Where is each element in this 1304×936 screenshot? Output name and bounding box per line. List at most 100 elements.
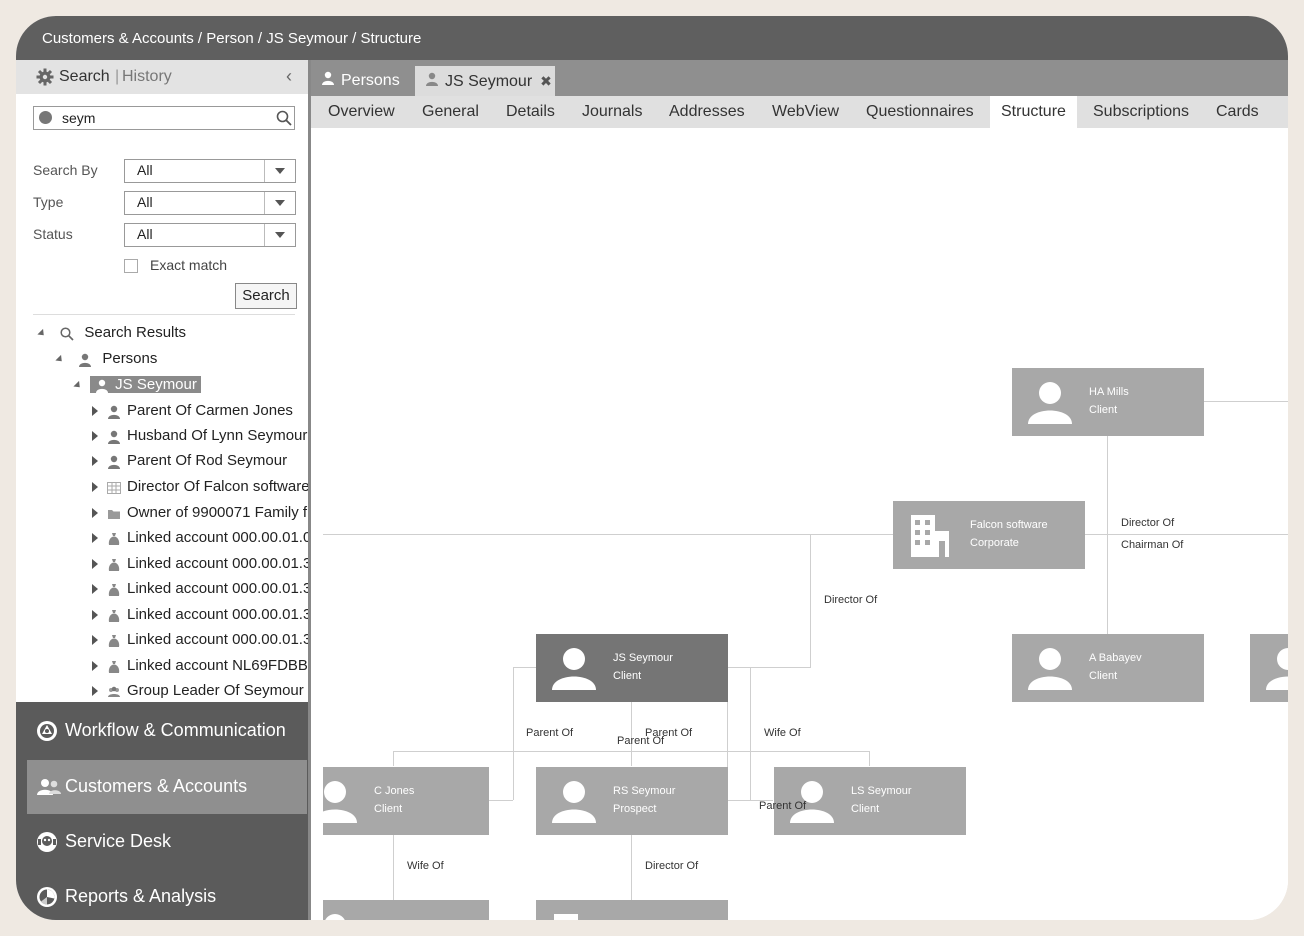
expand-arrow-icon[interactable] bbox=[92, 661, 98, 672]
chevron-down-icon[interactable] bbox=[264, 192, 295, 214]
tree-item[interactable]: Husband Of Lynn Seymour bbox=[92, 425, 307, 447]
tree-item[interactable]: Owner of 9900071 Family f bbox=[92, 502, 307, 524]
card-type: Client bbox=[1089, 670, 1118, 682]
tree-item[interactable]: Linked account NL69FDBB bbox=[92, 655, 308, 677]
nav-reports[interactable]: Reports & Analysis bbox=[16, 870, 310, 920]
person-avatar-icon bbox=[323, 910, 359, 920]
tree-item[interactable]: Linked account 000.00.01.3 bbox=[92, 629, 308, 651]
expand-arrow-icon[interactable] bbox=[92, 406, 98, 417]
tree-item[interactable]: Director Of Falcon software bbox=[92, 476, 308, 498]
expand-arrow-icon[interactable] bbox=[92, 584, 98, 595]
tab-webview[interactable]: WebView bbox=[772, 96, 839, 128]
tab-details[interactable]: Details bbox=[506, 96, 555, 128]
gear-icon[interactable] bbox=[36, 68, 54, 91]
tab-cards[interactable]: Cards bbox=[1216, 96, 1259, 128]
tab-label: JS Seymour bbox=[445, 73, 533, 90]
tree-item[interactable]: Linked account 000.00.01.3 bbox=[92, 604, 308, 626]
tree-item-label: Parent Of Rod Seymour bbox=[127, 452, 288, 469]
card-type: Client bbox=[1089, 404, 1118, 416]
relation-label: Director Of bbox=[824, 594, 878, 606]
nav-service-desk[interactable]: Service Desk bbox=[16, 815, 310, 869]
app-window: Customers & Accounts / Person / JS Seymo… bbox=[16, 16, 1288, 920]
tab-questionnaires[interactable]: Questionnaires bbox=[866, 96, 974, 128]
money-bag-icon bbox=[107, 557, 121, 572]
tab-overview[interactable]: Overview bbox=[328, 96, 395, 128]
search-icon[interactable] bbox=[276, 110, 292, 131]
search-field[interactable] bbox=[33, 106, 295, 130]
chevron-down-icon[interactable] bbox=[264, 160, 295, 182]
tree-root[interactable]: Search Results bbox=[37, 322, 187, 344]
tab-structure[interactable]: Structure bbox=[990, 96, 1077, 128]
tab-js-seymour[interactable]: JS Seymour ✖ bbox=[415, 66, 555, 96]
tree-item[interactable]: Group Leader Of Seymour bbox=[92, 680, 304, 702]
connector-line bbox=[1084, 534, 1288, 535]
entity-card-partial[interactable] bbox=[1250, 634, 1288, 702]
sidebar: Search | History ‹ Search By All Type Al… bbox=[16, 60, 310, 920]
collapse-arrow-icon[interactable] bbox=[55, 354, 65, 364]
tree-selected-person[interactable]: JS Seymour bbox=[73, 374, 201, 396]
status-select[interactable]: All bbox=[124, 223, 296, 247]
tree-item-label: Linked account NL69FDBB bbox=[127, 657, 308, 674]
tree-item[interactable]: Parent Of Carmen Jones bbox=[92, 400, 293, 422]
relation-label: Director Of bbox=[645, 860, 699, 872]
tab-general[interactable]: General bbox=[422, 96, 479, 128]
expand-arrow-icon[interactable] bbox=[92, 635, 98, 646]
search-tab[interactable]: Search bbox=[59, 68, 110, 86]
money-bag-icon bbox=[107, 633, 121, 648]
expand-arrow-icon[interactable] bbox=[92, 431, 98, 442]
type-select[interactable]: All bbox=[124, 191, 296, 215]
tree-item[interactable]: Parent Of Rod Seymour bbox=[92, 450, 287, 472]
entity-card-c-jones[interactable]: C Jones Client bbox=[323, 767, 489, 835]
tree-persons[interactable]: Persons bbox=[55, 348, 157, 370]
tab-persons[interactable]: Persons bbox=[311, 66, 411, 96]
entity-card-bottom-left[interactable] bbox=[323, 900, 489, 920]
expand-arrow-icon[interactable] bbox=[92, 559, 98, 570]
chevron-left-icon[interactable]: ‹ bbox=[286, 66, 292, 87]
close-icon[interactable]: ✖ bbox=[540, 73, 552, 89]
entity-card-bottom-center[interactable] bbox=[536, 900, 728, 920]
entity-card-falcon-software[interactable]: Falcon software Corporate bbox=[893, 501, 1085, 569]
card-name: C Jones bbox=[374, 785, 415, 797]
tab-addresses[interactable]: Addresses bbox=[669, 96, 745, 128]
status-value: All bbox=[137, 226, 153, 242]
person-avatar-icon bbox=[550, 644, 598, 695]
tree-item[interactable]: Linked account 000.00.01.0 bbox=[92, 527, 308, 549]
tree-item-label: Group Leader Of Seymour bbox=[127, 682, 304, 699]
entity-card-js-seymour[interactable]: JS Seymour Client bbox=[536, 634, 728, 702]
exact-match-checkbox[interactable] bbox=[124, 259, 138, 273]
search-button[interactable]: Search bbox=[235, 283, 297, 309]
card-type: Client bbox=[374, 803, 403, 815]
history-tab[interactable]: History bbox=[122, 68, 172, 86]
expand-arrow-icon[interactable] bbox=[92, 610, 98, 621]
search-by-select[interactable]: All bbox=[124, 159, 296, 183]
connector-line bbox=[750, 667, 751, 800]
tab-journals[interactable]: Journals bbox=[582, 96, 642, 128]
person-avatar-icon bbox=[550, 777, 598, 828]
entity-card-rs-seymour[interactable]: RS Seymour Prospect bbox=[536, 767, 728, 835]
card-type: Client bbox=[851, 803, 880, 815]
tree-root-label: Search Results bbox=[84, 324, 187, 341]
expand-arrow-icon[interactable] bbox=[92, 508, 98, 519]
chevron-down-icon[interactable] bbox=[264, 224, 295, 246]
entity-card-ha-mills[interactable]: HA Mills Client bbox=[1012, 368, 1204, 436]
expand-arrow-icon[interactable] bbox=[92, 686, 98, 697]
person-icon bbox=[107, 429, 121, 445]
nav-label: Workflow & Communication bbox=[65, 720, 286, 740]
nav-workflow[interactable]: Workflow & Communication bbox=[16, 704, 310, 758]
type-label: Type bbox=[33, 194, 64, 210]
structure-diagram[interactable]: HA Mills Client Falcon software Corporat… bbox=[323, 128, 1288, 920]
expand-arrow-icon[interactable] bbox=[92, 456, 98, 467]
nav-customers[interactable]: Customers & Accounts bbox=[27, 760, 307, 814]
tree-item[interactable]: Linked account 000.00.01.3 bbox=[92, 553, 308, 575]
relation-label: Parent Of bbox=[526, 727, 574, 739]
collapse-arrow-icon[interactable] bbox=[73, 380, 83, 390]
status-label: Status bbox=[33, 226, 73, 242]
expand-arrow-icon[interactable] bbox=[92, 533, 98, 544]
tab-subscriptions[interactable]: Subscriptions bbox=[1093, 96, 1189, 128]
tree-item[interactable]: Linked account 000.00.01.3 bbox=[92, 578, 308, 600]
search-input[interactable] bbox=[60, 108, 264, 128]
expand-arrow-icon[interactable] bbox=[92, 482, 98, 493]
selected-node[interactable]: JS Seymour bbox=[90, 376, 201, 394]
entity-card-a-babayev[interactable]: A Babayev Client bbox=[1012, 634, 1204, 702]
collapse-arrow-icon[interactable] bbox=[37, 328, 47, 338]
